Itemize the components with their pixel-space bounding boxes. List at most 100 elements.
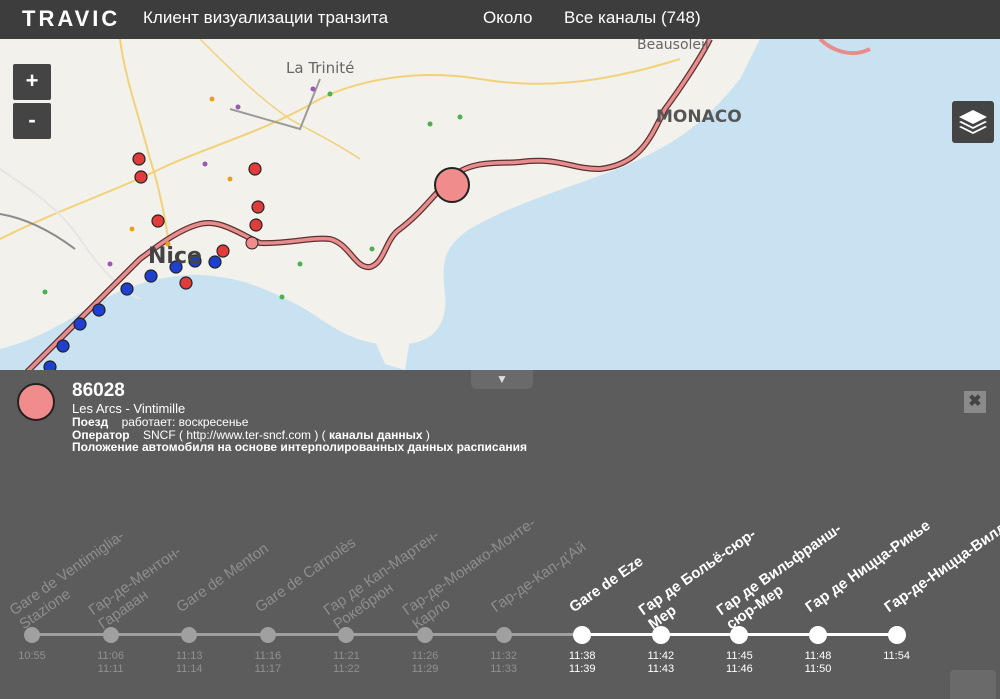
position-note: Положение автомобиля на основе интерполи… [72, 440, 527, 454]
timeline-stop-dot[interactable] [573, 626, 592, 644]
map-label-la-trinite: La Trinité [286, 59, 355, 77]
train-runs-value: работает: воскресенье [121, 415, 249, 429]
stop-dot [369, 246, 375, 252]
stop-dot [235, 104, 241, 110]
train-route-name: Les Arcs - Vintimille [72, 401, 186, 416]
stop-departure-time: 11:11 [97, 663, 124, 675]
timeline-stop-dot[interactable] [181, 627, 198, 643]
stop-arrival-time: 11:26 [411, 650, 439, 662]
tram-marker-blue[interactable] [56, 339, 70, 353]
tram-marker-blue[interactable] [73, 317, 87, 331]
rail-line [229, 78, 321, 131]
timeline-stop-dot[interactable] [259, 627, 276, 643]
stop-dot [279, 294, 285, 300]
timeline-stop-dot[interactable] [495, 627, 512, 643]
timeline-stop-times: 10:55 [2, 650, 62, 663]
stop-arrival-time: 11:42 [647, 650, 675, 662]
stop-dot [129, 226, 135, 232]
tram-marker-blue[interactable] [92, 303, 106, 317]
stop-arrival-time: 11:32 [490, 650, 517, 662]
stop-departure-time: 11:39 [568, 663, 596, 675]
stop-departure-time: 11:14 [175, 663, 203, 675]
zoom-in-button[interactable]: + [13, 64, 51, 100]
bus-marker-red[interactable] [216, 244, 230, 258]
stop-dot [227, 176, 233, 182]
bus-marker-red[interactable] [251, 200, 265, 214]
tram-marker-blue[interactable] [120, 282, 134, 296]
bus-marker-red[interactable] [249, 218, 263, 232]
map-label-nice: Nice [148, 244, 202, 269]
stop-departure-time: 11:43 [647, 663, 675, 675]
north-road [199, 39, 361, 160]
timeline-stop-dot[interactable] [887, 626, 906, 644]
app-subtitle: Клиент визуализации транзита [143, 8, 389, 27]
layers-icon [959, 110, 987, 134]
bus-marker-red[interactable] [179, 276, 193, 290]
timeline-stop-times: 11:13 11:14 [159, 650, 219, 676]
timeline-stop-times: 11:54 [867, 650, 927, 663]
stop-dot [42, 289, 48, 295]
timeline-stop-times: 11:26 11:29 [395, 650, 455, 676]
tram-marker-blue[interactable] [43, 360, 57, 370]
timeline-stop-times: 11:21 11:22 [316, 650, 376, 676]
train-runs-line: Поезд работает: воскресенье [72, 415, 248, 429]
stop-arrival-time: 11:45 [726, 650, 753, 662]
stop-departure-time: 11:54 [883, 650, 910, 662]
bus-marker-red[interactable] [132, 152, 146, 166]
train-marker[interactable] [245, 236, 259, 250]
stop-dot [427, 121, 433, 127]
map-canvas[interactable] [0, 39, 1000, 370]
stop-departure-time: 11:33 [490, 663, 517, 675]
train-label: Поезд [72, 415, 109, 429]
chevron-down-icon: ▼ [496, 372, 508, 386]
stop-arrival-time: 11:21 [333, 650, 360, 662]
nav-all-channels-link[interactable]: Все каналы (748) [564, 8, 701, 28]
train-number: 86028 [72, 380, 125, 401]
selected-train-marker[interactable] [434, 167, 470, 203]
layers-button[interactable] [952, 101, 994, 143]
app-logo[interactable]: TRAVIC [22, 6, 120, 32]
close-icon: ✖ [968, 393, 982, 410]
stop-dot [310, 86, 316, 92]
bus-marker-red[interactable] [134, 170, 148, 184]
map-label-beausoleil: Beausoleil [637, 39, 709, 53]
collapse-panel-button[interactable]: ▼ [471, 370, 533, 389]
stop-dot [457, 114, 463, 120]
map-view[interactable]: La Trinité MONACO Beausoleil Nice + - [0, 39, 1000, 370]
bus-marker-red[interactable] [248, 162, 262, 176]
stop-dot [327, 91, 333, 97]
top-bar: TRAVIC Клиент визуализации транзита Окол… [0, 0, 1000, 39]
stop-dot [297, 261, 303, 267]
timeline-stop-dot[interactable] [809, 626, 827, 644]
timeline-stop-name[interactable]: Гар-де-Ницца-Вилль [881, 510, 1000, 616]
stop-dot [209, 96, 215, 102]
timeline-stop-times: 11:42 11:43 [631, 650, 691, 676]
stop-departure-time: 11:29 [411, 663, 439, 675]
timeline-stop-times: 11:32 11:33 [474, 650, 534, 676]
stop-departure-time: 11:46 [726, 663, 753, 675]
timeline-stop-times: 11:45 11:46 [709, 650, 769, 676]
stop-dot [107, 261, 113, 267]
stop-dot [202, 161, 208, 167]
map-label-monaco: MONACO [656, 107, 742, 127]
zoom-out-button[interactable]: - [13, 103, 51, 139]
timeline-stop-times: 11:38 11:39 [552, 650, 612, 676]
stop-arrival-time: 11:16 [254, 650, 282, 662]
stop-departure-time: 11:50 [804, 663, 832, 675]
stop-arrival-time: 11:13 [175, 650, 203, 662]
nav-about-link[interactable]: Около [483, 8, 533, 28]
bus-marker-red[interactable] [151, 214, 165, 228]
corner-tab[interactable] [950, 670, 996, 699]
timeline-stop-times: 11:06 11:11 [81, 650, 141, 676]
sea-area [0, 39, 1000, 370]
tram-marker-blue[interactable] [208, 255, 222, 269]
tram-marker-blue[interactable] [144, 269, 158, 283]
stop-departure-time: 11:22 [333, 663, 360, 675]
train-color-icon [17, 383, 55, 421]
close-panel-button[interactable]: ✖ [964, 391, 986, 413]
stop-departure-time: 10:55 [18, 650, 46, 662]
vehicle-info-panel: ▼ 86028 Les Arcs - Vintimille Поезд рабо… [0, 370, 1000, 699]
timeline-stop-times: 11:16 11:17 [238, 650, 298, 676]
stop-departure-time: 11:17 [254, 663, 282, 675]
stop-arrival-time: 11:38 [568, 650, 596, 662]
